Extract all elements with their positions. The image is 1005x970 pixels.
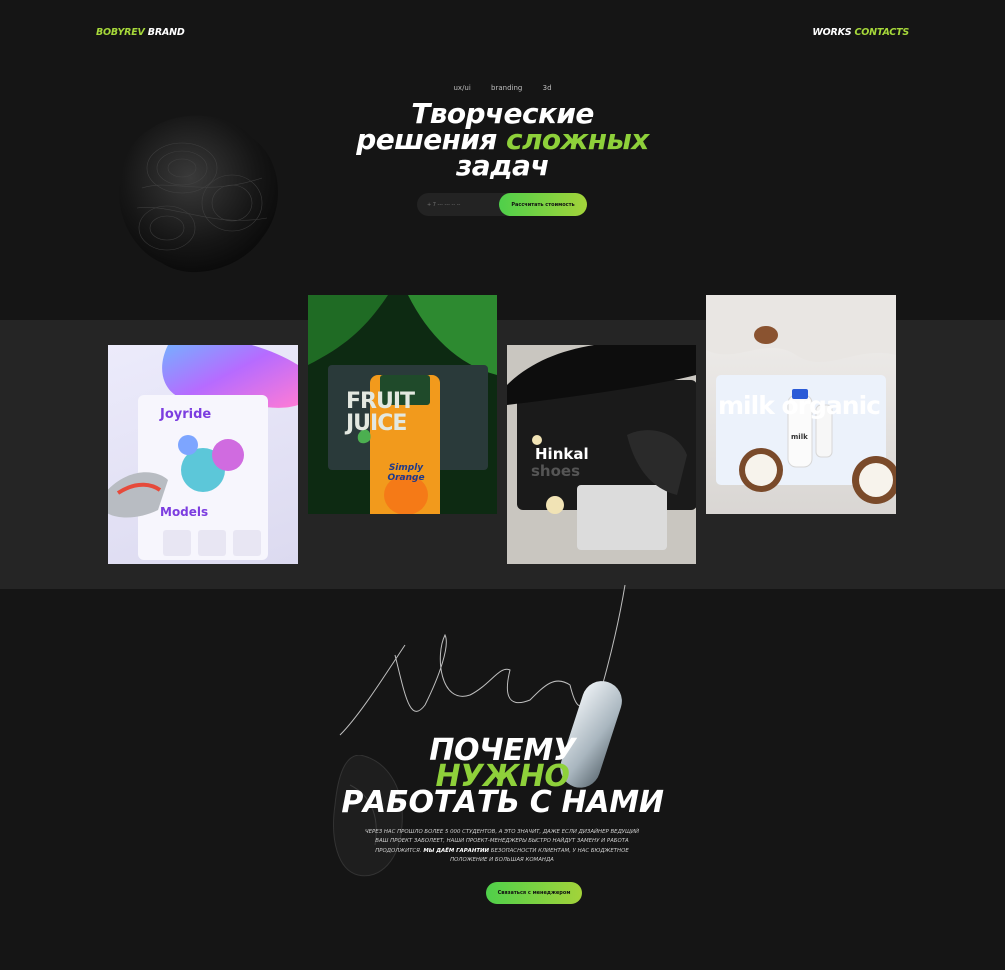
- tag-3d[interactable]: 3d: [543, 84, 552, 92]
- fruit-juice-title: FRUIT JUICE: [346, 389, 415, 436]
- work-card-milk-organic[interactable]: milk organic milk: [706, 295, 896, 514]
- nav-works-link[interactable]: WORKS: [812, 27, 851, 38]
- tag-uxui[interactable]: ux/ui: [453, 84, 470, 92]
- hinkal-shoes-label: shoes: [531, 462, 581, 480]
- service-tags: ux/ui branding 3d: [0, 84, 1005, 92]
- milk-organic-title: milk organic: [718, 391, 881, 420]
- milk-bottle-label: milk: [791, 433, 808, 441]
- work-card-fruit-juice[interactable]: FRUIT JUICE Simply Orange: [308, 295, 497, 514]
- why-us-title: ПОЧЕМУ НУЖНО РАБОТАТЬ С НАМИ: [0, 736, 1005, 820]
- joyride-title: Joyride: [160, 407, 212, 422]
- work-card-hinkal[interactable]: Hinkal shoes: [507, 345, 696, 564]
- why-desc-bold: Мы даём гарантии: [423, 847, 490, 854]
- why-us-description: Через нас прошло более 5 000 студентов, …: [362, 828, 642, 866]
- brand-logo[interactable]: BOBYREV BRAND: [96, 27, 185, 38]
- simply-orange-label: Simply Orange: [387, 463, 425, 483]
- tag-branding[interactable]: branding: [491, 84, 522, 92]
- joyride-artwork: [108, 345, 298, 560]
- hinkal-title: Hinkal: [535, 445, 589, 463]
- calculate-cost-button[interactable]: Рассчитать стоимость: [499, 193, 587, 216]
- brand-logo-part1: BOBYREV: [96, 27, 145, 38]
- top-nav: WORKS CONTACTS: [812, 27, 909, 38]
- brand-logo-part2: BRAND: [147, 27, 185, 38]
- cost-form: Рассчитать стоимость: [417, 193, 587, 216]
- work-card-joyride[interactable]: Joyride Models: [108, 345, 298, 564]
- why-title-line3: РАБОТАТЬ С НАМИ: [341, 785, 664, 820]
- contact-manager-button[interactable]: Связаться с менеджером: [486, 882, 582, 904]
- nav-contacts-link[interactable]: CONTACTS: [855, 27, 910, 38]
- joyride-models-label: Models: [160, 505, 209, 519]
- dark-3d-blob-image: [118, 115, 279, 273]
